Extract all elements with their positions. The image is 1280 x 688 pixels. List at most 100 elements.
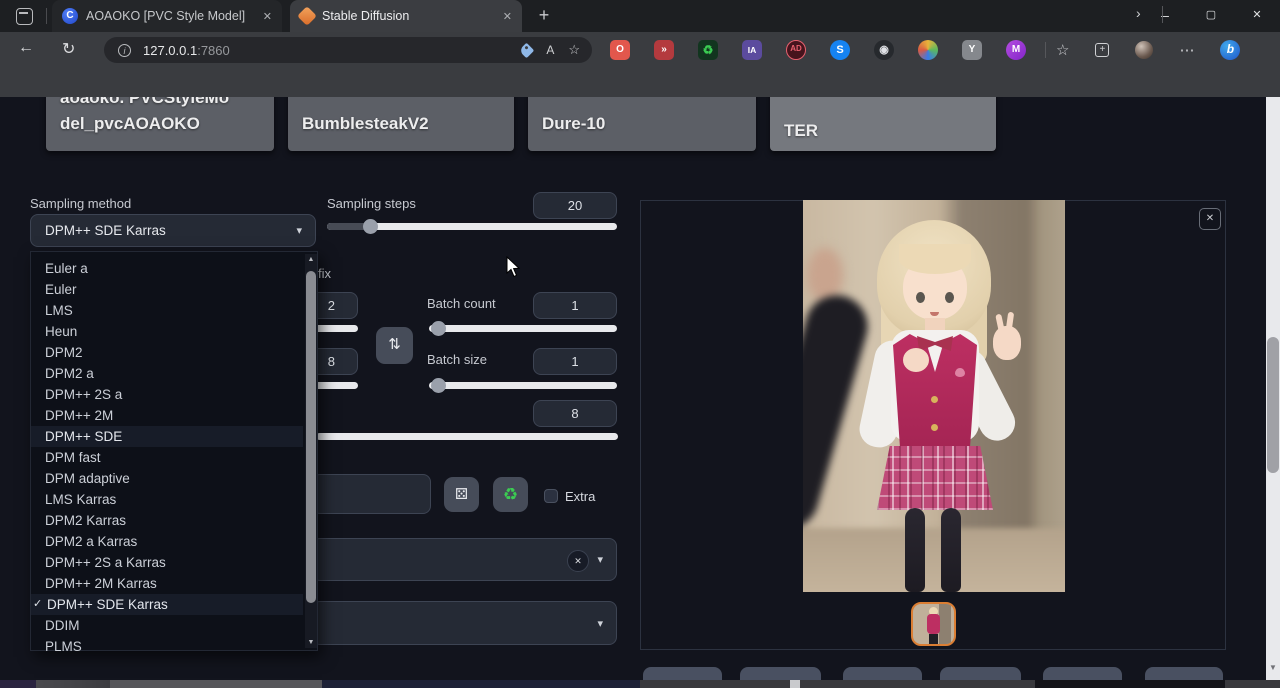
sampler-option[interactable]: DPM2 a Karras — [31, 531, 303, 552]
window-close-button[interactable]: ✕ — [1234, 0, 1280, 32]
scroll-down-icon[interactable]: ▼ — [305, 639, 317, 646]
profile-avatar[interactable] — [1135, 41, 1153, 59]
sampler-option[interactable]: PLMS — [31, 636, 303, 657]
tab-close-icon[interactable]: ✕ — [503, 10, 512, 23]
sampler-option-selected[interactable]: ✓DPM++ SDE Karras — [31, 594, 303, 615]
sampler-option[interactable]: Euler — [31, 279, 303, 300]
new-tab-button[interactable]: + — [532, 4, 556, 28]
slider-handle[interactable] — [431, 378, 446, 393]
gallery-close-button[interactable]: ✕ — [1199, 208, 1221, 230]
gallery-thumbnail-selected[interactable] — [911, 602, 956, 646]
sampling-steps-slider[interactable] — [327, 223, 617, 230]
extension-icon-y[interactable]: Y — [962, 40, 982, 60]
extension-icon-pin[interactable]: ◉ — [874, 40, 894, 60]
sampling-method-value: DPM++ SDE Karras — [45, 223, 166, 238]
collections-icon[interactable]: + — [1095, 43, 1109, 57]
read-aloud-icon[interactable]: A — [546, 43, 554, 57]
slider-handle[interactable] — [363, 219, 378, 234]
model-card-ter-selected[interactable]: TER — [770, 97, 996, 151]
random-seed-button[interactable]: ⚄ — [444, 477, 479, 512]
cfg-scale-slider[interactable] — [316, 433, 618, 440]
generated-image[interactable] — [803, 200, 1065, 592]
model-card-pvc[interactable]: aoaoko. PVCStyleMo del_pvcAOAOKO — [46, 97, 274, 151]
sampler-options-list: Euler a Euler LMS Heun DPM2 DPM2 a DPM++… — [30, 251, 318, 651]
tab-title: Stable Diffusion — [322, 9, 409, 23]
clear-selection-button[interactable]: ✕ — [567, 550, 589, 572]
settings-menu-icon[interactable]: ⋯ — [1179, 41, 1194, 59]
divider — [1045, 42, 1046, 58]
swap-dimensions-button[interactable]: ⇅ — [376, 327, 413, 364]
batch-size-input[interactable]: 1 — [533, 348, 617, 375]
cfg-scale-input[interactable]: 8 — [533, 400, 617, 427]
extension-icon-fastforward[interactable]: » — [654, 40, 674, 60]
slider-handle[interactable] — [431, 321, 446, 336]
sampling-steps-input[interactable]: 20 — [533, 192, 617, 219]
sampler-option[interactable]: Euler a — [31, 258, 303, 279]
sampler-option[interactable]: Heun — [31, 321, 303, 342]
add-favorite-icon[interactable]: ☆ — [568, 42, 580, 58]
extension-icon-shazam[interactable]: S — [830, 40, 850, 60]
bing-sidebar-icon[interactable]: b — [1220, 40, 1240, 60]
model-card-label: BumblesteakV2 — [302, 114, 429, 134]
close-icon: ✕ — [574, 556, 582, 566]
address-bar[interactable]: i 127.0.0.1 :7860 A ☆ — [104, 37, 592, 63]
sampler-option[interactable]: DPM2 — [31, 342, 303, 363]
seed-input[interactable] — [312, 474, 431, 514]
model-card-label: Dure-10 — [542, 114, 605, 134]
extension-icon-ia[interactable]: IA — [742, 40, 762, 60]
sampler-option[interactable]: LMS Karras — [31, 489, 303, 510]
extension-icon-o[interactable]: O — [610, 40, 630, 60]
extension-icon-m[interactable]: M — [1006, 40, 1026, 60]
sampler-option-hovered[interactable]: DPM++ SDE — [31, 426, 303, 447]
mouse-cursor — [506, 256, 522, 283]
scroll-up-icon[interactable]: ▲ — [305, 256, 317, 263]
model-card-bumblesteak[interactable]: BumblesteakV2 — [288, 97, 514, 151]
dropdown-scrollbar[interactable]: ▲ ▼ — [305, 254, 317, 648]
extra-seed-checkbox[interactable] — [544, 489, 558, 503]
scrollbar-thumb[interactable] — [1267, 337, 1279, 473]
sampling-method-dropdown[interactable]: DPM++ SDE Karras ▾ — [30, 214, 316, 247]
extra-seed-label: Extra — [565, 489, 595, 504]
extension-icon-ad[interactable]: AD — [786, 40, 806, 60]
extension-icon-globe[interactable] — [918, 40, 938, 60]
sampler-option[interactable]: DPM adaptive — [31, 468, 303, 489]
chevron-down-icon: ▾ — [597, 553, 603, 566]
recycle-icon: ♻ — [503, 485, 518, 504]
batch-count-input[interactable]: 1 — [533, 292, 617, 319]
tab-stable-diffusion[interactable]: Stable Diffusion ✕ — [290, 0, 522, 32]
tab-close-icon[interactable]: ✕ — [263, 10, 272, 23]
sampler-option[interactable]: DPM++ 2M — [31, 405, 303, 426]
scrollbar-thumb[interactable] — [306, 271, 316, 603]
site-info-icon[interactable]: i — [118, 44, 131, 57]
sampler-option[interactable]: DDIM — [31, 615, 303, 636]
tab-actions-icon[interactable] — [16, 8, 33, 25]
stable-diffusion-favicon — [297, 6, 317, 26]
shopping-tag-icon[interactable] — [519, 42, 535, 58]
maximize-button[interactable]: ▢ — [1188, 0, 1234, 32]
model-card-dure10[interactable]: Dure-10 — [528, 97, 756, 151]
minimize-button[interactable]: – — [1142, 0, 1188, 32]
batch-size-slider[interactable] — [429, 382, 617, 389]
chevron-down-icon: ▾ — [296, 224, 302, 237]
sampler-option[interactable]: DPM2 a — [31, 363, 303, 384]
sampler-option[interactable]: LMS — [31, 300, 303, 321]
sampler-option[interactable]: DPM++ 2S a — [31, 384, 303, 405]
scroll-down-icon[interactable]: ▼ — [1266, 663, 1280, 672]
refresh-button[interactable]: ↻ — [62, 39, 75, 59]
sampler-option[interactable]: DPM++ 2M Karras — [31, 573, 303, 594]
favorites-menu-icon[interactable]: ☆ — [1056, 41, 1069, 59]
extension-icon-green[interactable]: ♻ — [698, 40, 718, 60]
tab-civitai[interactable]: C AOAOKO [PVC Style Model] - PV ✕ — [52, 0, 282, 32]
script-dropdown[interactable]: ▾ — [312, 601, 617, 645]
reuse-seed-button[interactable]: ♻ — [493, 477, 528, 512]
batch-count-slider[interactable] — [429, 325, 617, 332]
bookmarks-overflow-icon[interactable]: › — [1136, 5, 1141, 21]
stable-diffusion-page: aoaoko. PVCStyleMo del_pvcAOAOKO Bumbles… — [0, 97, 1280, 688]
extensions-row: O » ♻ IA AD S ◉ Y M — [610, 40, 1026, 60]
sampler-option[interactable]: DPM fast — [31, 447, 303, 468]
sampler-option[interactable]: DPM2 Karras — [31, 510, 303, 531]
sampler-option[interactable]: DPM++ 2S a Karras — [31, 552, 303, 573]
back-button[interactable]: ← — [18, 39, 34, 57]
page-scrollbar[interactable]: ▼ — [1266, 97, 1280, 688]
divider — [1162, 6, 1163, 23]
